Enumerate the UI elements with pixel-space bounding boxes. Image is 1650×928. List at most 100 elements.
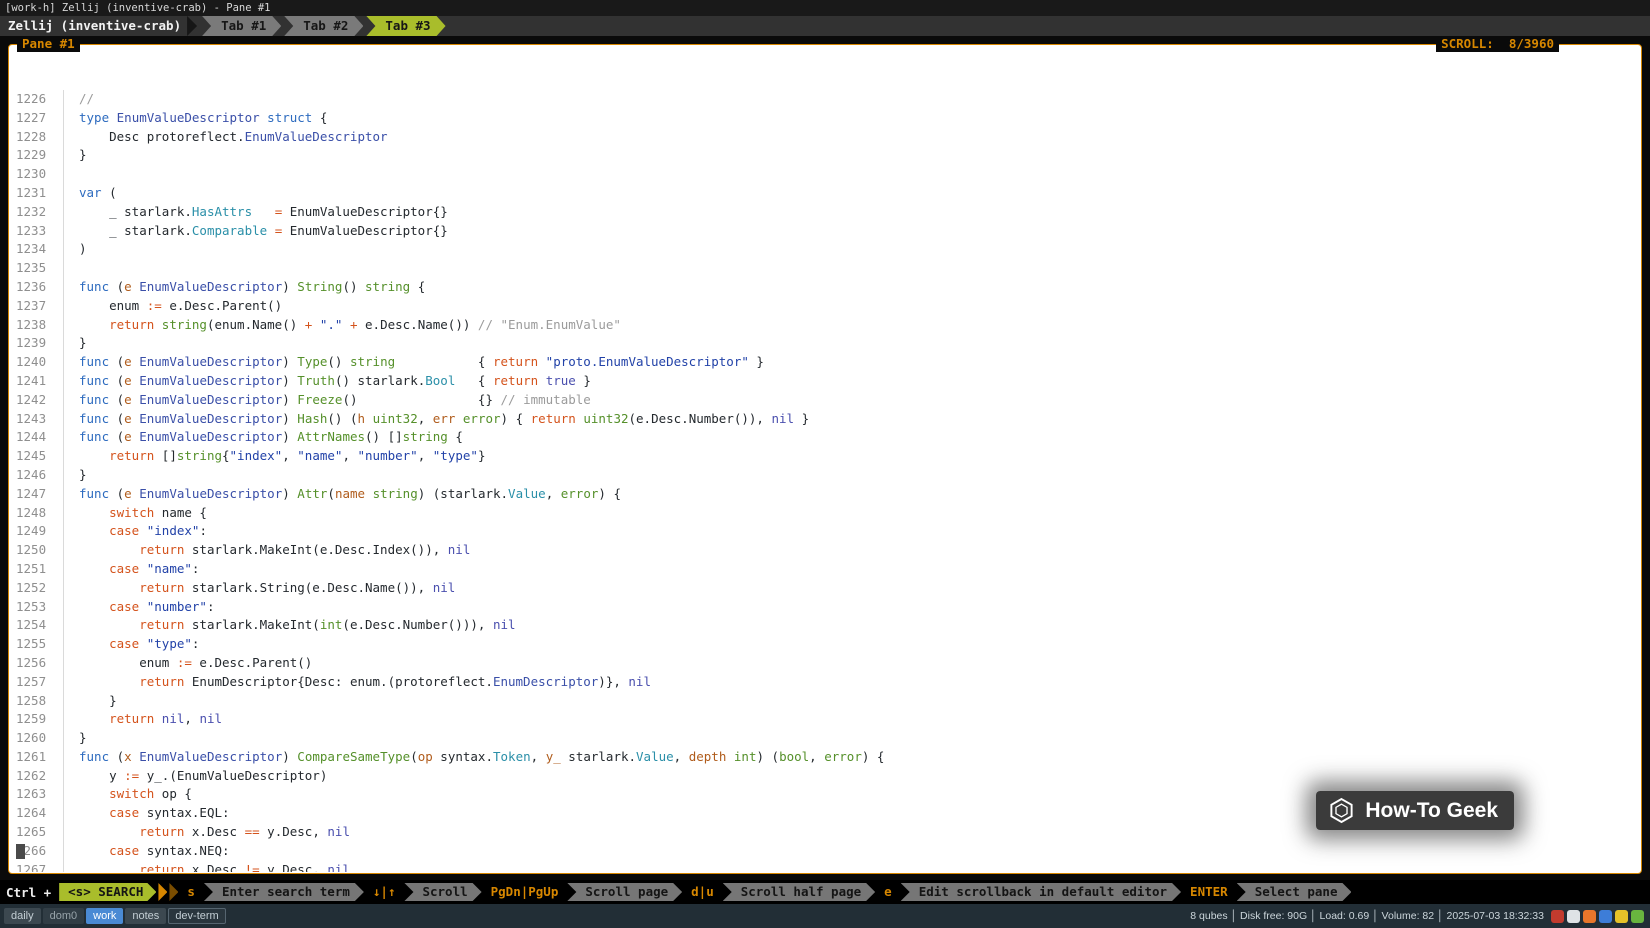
tray-clipboard-icon[interactable] [1567,910,1580,923]
code-line: 1237 enum := e.Desc.Parent() [10,297,1640,316]
line-number: 1233 [10,222,64,241]
keybar-key-s: s [187,883,195,901]
code-line: 1244func (e EnumValueDescriptor) AttrNam… [10,428,1640,447]
tray-domains-icon[interactable] [1631,910,1644,923]
line-number: 1254 [10,616,64,635]
line-number: 1246 [10,466,64,485]
line-number: 1249 [10,522,64,541]
keybar-key-d-u: d|u [691,883,714,901]
code-line: 1229} [10,146,1640,165]
code-line: 1256 enum := e.Desc.Parent() [10,654,1640,673]
cursor [16,844,25,859]
line-number: 1244 [10,428,64,447]
pane-1[interactable]: Pane #1 SCROLL: 8/3960 1226//1227type En… [8,44,1642,874]
code-line: 1241func (e EnumValueDescriptor) Truth()… [10,372,1640,391]
workspace-dev-term[interactable]: dev-term [168,908,225,924]
code-line: 1245 return []string{"index", "name", "n… [10,447,1640,466]
code-line: 1260} [10,729,1640,748]
line-number: 1247 [10,485,64,504]
window-title: [work-h] Zellij (inventive-crab) - Pane … [5,2,271,14]
code-line: 1257 return EnumDescriptor{Desc: enum.(p… [10,673,1640,692]
keybar-action-select-pane[interactable]: Select pane [1237,883,1352,901]
code-line: 1227type EnumValueDescriptor struct { [10,109,1640,128]
workspace-list: dailydom0worknotesdev-term [4,908,228,924]
tray-updates-icon[interactable] [1551,910,1564,923]
keybar-action-edit-scrollback-in-default-editor[interactable]: Edit scrollback in default editor [901,883,1181,901]
tray-icons [1551,910,1644,923]
code-line: 1240func (e EnumValueDescriptor) Type() … [10,353,1640,372]
workspace-daily[interactable]: daily [4,908,41,924]
keybar-key-: ↓|↑ [373,883,396,901]
tray-volume-icon[interactable] [1615,910,1628,923]
line-number: 1237 [10,297,64,316]
line-number: 1250 [10,541,64,560]
keybar-action-scroll-page[interactable]: Scroll page [567,883,682,901]
code-line: 1255 case "type": [10,635,1640,654]
session-name: Zellij (inventive-crab) [0,16,187,36]
tray-network-icon[interactable] [1599,910,1612,923]
line-number: 1253 [10,598,64,617]
line-number: 1262 [10,767,64,786]
line-number: 1234 [10,240,64,259]
keybar-key-enter: ENTER [1190,883,1228,901]
line-number: 1230 [10,165,64,184]
line-number: 1259 [10,710,64,729]
system-stats: 8 qubes │ Disk free: 90G │ Load: 0.69 │ … [1190,910,1544,922]
window-titlebar: [work-h] Zellij (inventive-crab) - Pane … [0,0,1650,16]
line-number: 1264 [10,804,64,823]
line-number: 1243 [10,410,64,429]
tab-tab-3[interactable]: Tab #3 [366,16,445,36]
tab-tab-2[interactable]: Tab #2 [284,16,363,36]
line-number: 1265 [10,823,64,842]
line-number: 1235 [10,259,64,278]
keybar-key-e: e [884,883,892,901]
code-line: 1266 case syntax.NEQ: [10,842,1640,861]
tab-tab-1[interactable]: Tab #1 [202,16,281,36]
line-number: 1228 [10,128,64,147]
keybar-action-scroll-half-page[interactable]: Scroll half page [723,883,875,901]
line-number: 1242 [10,391,64,410]
code-viewport[interactable]: 1226//1227type EnumValueDescriptor struc… [10,46,1640,872]
code-line: 1247func (e EnumValueDescriptor) Attr(na… [10,485,1640,504]
keybinding-bar: Ctrl + <s> SEARCH sEnter search term↓|↑S… [0,880,1650,904]
code-line: 1250 return starlark.MakeInt(e.Desc.Inde… [10,541,1640,560]
line-number: 1227 [10,109,64,128]
line-number: 1239 [10,334,64,353]
line-number: 1255 [10,635,64,654]
tray-devices-icon[interactable] [1583,910,1596,923]
line-number: 1258 [10,692,64,711]
line-number: 1261 [10,748,64,767]
code-line: 1242func (e EnumValueDescriptor) Freeze(… [10,391,1640,410]
keybar-hints: s Enter search term ↓|↑ Scroll PgDn|PgUp Scro… [178,883,1351,901]
code-line: 1238 return string(enum.Name() + "." + e… [10,316,1640,335]
keybar-key-pgdn-pgup: PgDn|PgUp [491,883,559,901]
code-line: 1243func (e EnumValueDescriptor) Hash() … [10,410,1640,429]
status-right: 8 qubes │ Disk free: 90G │ Load: 0.69 │ … [1190,910,1646,923]
code-line: 1246} [10,466,1640,485]
qubes-status-bar: dailydom0worknotesdev-term 8 qubes │ Dis… [0,904,1650,928]
code-line: 1261func (x EnumValueDescriptor) Compare… [10,748,1640,767]
line-number: 1232 [10,203,64,222]
code-line: 1251 case "name": [10,560,1640,579]
code-line: 1231var ( [10,184,1640,203]
line-number: 1245 [10,447,64,466]
workspace-dom0[interactable]: dom0 [43,908,85,924]
code-line: 1267 return x.Desc != y.Desc, nil [10,861,1640,872]
keybar-action-enter-search-term[interactable]: Enter search term [204,883,364,901]
line-number: 1263 [10,785,64,804]
mode-arrow-icon [169,883,178,901]
code-line: 1232 _ starlark.HasAttrs = EnumValueDesc… [10,203,1640,222]
code-line: 1226// [10,90,1640,109]
code-line: 1259 return nil, nil [10,710,1640,729]
howtogeek-hexagon-logo-icon [1328,797,1355,824]
keybar-action-scroll[interactable]: Scroll [404,883,481,901]
workspace-work[interactable]: work [86,908,123,924]
line-number: 1267 [10,861,64,872]
code-line: 1239} [10,334,1640,353]
search-mode-badge[interactable]: <s> SEARCH [59,883,156,901]
code-line: 1254 return starlark.MakeInt(int(e.Desc.… [10,616,1640,635]
line-number: 1257 [10,673,64,692]
workspace-notes[interactable]: notes [125,908,166,924]
line-number: 1236 [10,278,64,297]
code-line: 1249 case "index": [10,522,1640,541]
